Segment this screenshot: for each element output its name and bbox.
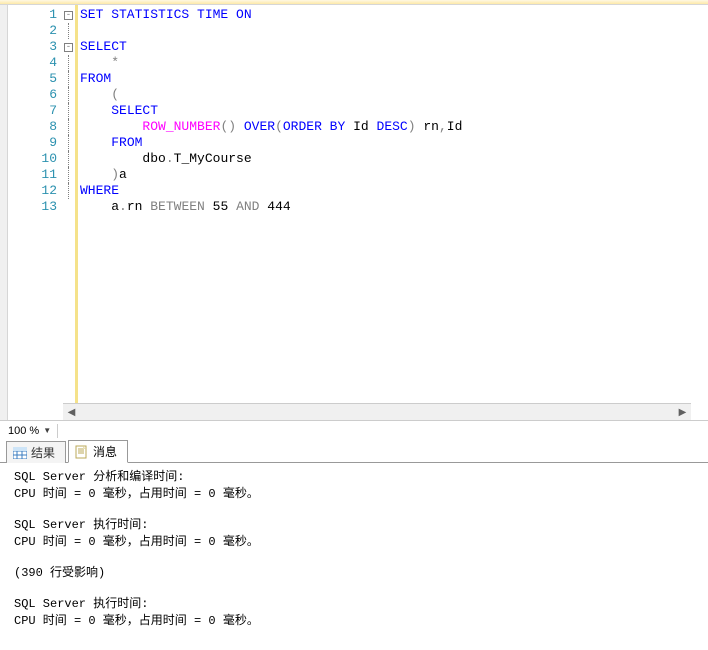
code-editor[interactable]: 12345678910111213 -- SET STATISTICS TIME… (0, 5, 708, 420)
chevron-down-icon[interactable]: ▼ (43, 426, 51, 435)
zoom-bar: 100 % ▼ (0, 420, 708, 440)
code-line[interactable]: WHERE (80, 183, 708, 199)
code-line[interactable]: a.rn BETWEEN 55 AND 444 (80, 199, 708, 215)
code-line[interactable] (80, 23, 708, 39)
line-number: 8 (8, 119, 57, 135)
fold-guide (68, 167, 75, 183)
line-number: 2 (8, 23, 57, 39)
fold-guide (68, 103, 75, 119)
tab-results[interactable]: 结果 (6, 441, 66, 463)
line-number: 12 (8, 183, 57, 199)
fold-column[interactable]: -- (63, 5, 75, 420)
code-line[interactable]: )a (80, 167, 708, 183)
message-line: CPU 时间 = 0 毫秒，占用时间 = 0 毫秒。 (14, 486, 694, 503)
code-line[interactable]: FROM (80, 71, 708, 87)
line-number: 13 (8, 199, 57, 215)
line-number: 9 (8, 135, 57, 151)
message-line: (390 行受影响) (14, 565, 694, 582)
code-line[interactable]: SET STATISTICS TIME ON (80, 7, 708, 23)
message-line: SQL Server 执行时间: (14, 517, 694, 534)
scroll-right-arrow[interactable]: ▶ (674, 404, 691, 420)
fold-guide (68, 55, 75, 71)
line-number: 6 (8, 87, 57, 103)
fold-guide (68, 151, 75, 167)
grid-icon (13, 447, 27, 459)
fold-toggle[interactable]: - (63, 7, 75, 23)
fold-guide (63, 199, 75, 215)
tab-messages-label: 消息 (93, 443, 117, 460)
line-number: 3 (8, 39, 57, 55)
message-block: SQL Server 执行时间: CPU 时间 = 0 毫秒，占用时间 = 0 … (14, 517, 694, 551)
fold-guide (68, 87, 75, 103)
line-number-gutter: 12345678910111213 (8, 5, 63, 420)
separator (57, 424, 58, 438)
scroll-track[interactable] (80, 404, 674, 420)
line-number: 7 (8, 103, 57, 119)
code-line[interactable]: * (80, 55, 708, 71)
zoom-value[interactable]: 100 % (8, 425, 39, 437)
code-line[interactable]: ( (80, 87, 708, 103)
fold-guide (68, 119, 75, 135)
message-line: CPU 时间 = 0 毫秒，占用时间 = 0 毫秒。 (14, 613, 694, 630)
fold-toggle[interactable]: - (63, 39, 75, 55)
editor-left-margin (0, 5, 8, 420)
code-pane[interactable]: SET STATISTICS TIME ONSELECT *FROM ( SEL… (75, 5, 708, 420)
line-number: 10 (8, 151, 57, 167)
line-number: 1 (8, 7, 57, 23)
code-line[interactable]: SELECT (80, 103, 708, 119)
code-line[interactable]: dbo.T_MyCourse (80, 151, 708, 167)
code-line[interactable]: ROW_NUMBER() OVER(ORDER BY Id DESC) rn,I… (80, 119, 708, 135)
scroll-left-arrow[interactable]: ◀ (63, 404, 80, 420)
message-line: SQL Server 执行时间: (14, 596, 694, 613)
results-tabs: 结果 消息 (0, 440, 708, 463)
message-line: CPU 时间 = 0 毫秒，占用时间 = 0 毫秒。 (14, 534, 694, 551)
fold-guide (68, 23, 75, 39)
horizontal-scrollbar[interactable]: ◀ ▶ (63, 403, 691, 420)
message-line: SQL Server 分析和编译时间: (14, 469, 694, 486)
page-icon (75, 445, 89, 459)
code-line[interactable]: SELECT (80, 39, 708, 55)
message-block: SQL Server 执行时间: CPU 时间 = 0 毫秒，占用时间 = 0 … (14, 596, 694, 630)
fold-guide (68, 71, 75, 87)
code-line[interactable]: FROM (80, 135, 708, 151)
tab-messages[interactable]: 消息 (68, 440, 128, 463)
tab-results-label: 结果 (31, 444, 55, 461)
message-rows-affected: (390 行受影响) (14, 565, 694, 582)
line-number: 5 (8, 71, 57, 87)
line-number: 11 (8, 167, 57, 183)
messages-pane[interactable]: SQL Server 分析和编译时间: CPU 时间 = 0 毫秒，占用时间 =… (0, 463, 708, 650)
message-block: SQL Server 分析和编译时间: CPU 时间 = 0 毫秒，占用时间 =… (14, 469, 694, 503)
fold-guide (68, 183, 75, 199)
fold-guide (68, 135, 75, 151)
line-number: 4 (8, 55, 57, 71)
